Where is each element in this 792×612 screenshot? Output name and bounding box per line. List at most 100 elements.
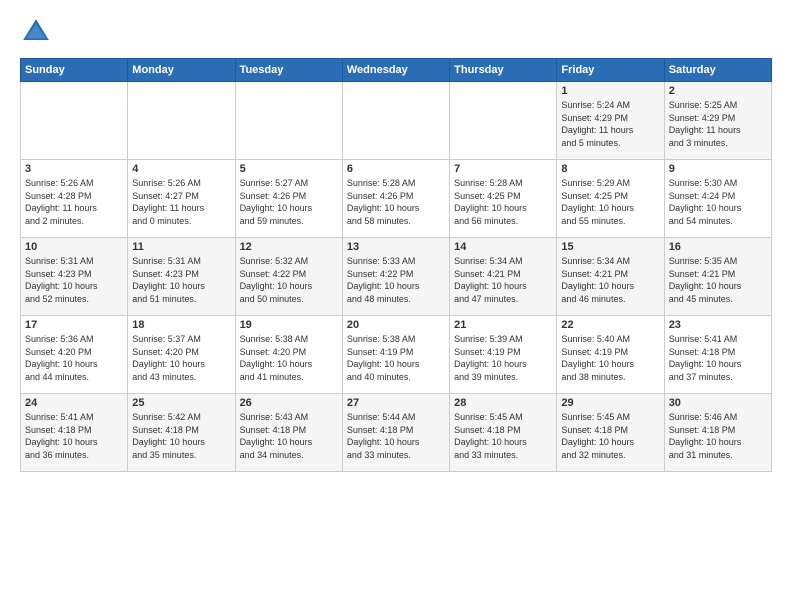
day-info: Sunrise: 5:42 AM Sunset: 4:18 PM Dayligh… xyxy=(132,411,230,461)
day-info: Sunrise: 5:38 AM Sunset: 4:20 PM Dayligh… xyxy=(240,333,338,383)
day-cell: 17 Sunrise: 5:36 AM Sunset: 4:20 PM Dayli… xyxy=(21,316,128,394)
day-number: 30 xyxy=(669,397,767,409)
day-cell: 1 Sunrise: 5:24 AM Sunset: 4:29 PM Daylig… xyxy=(557,82,664,160)
day-cell: 28Sunrise: 5:45 AM Sunset: 4:18 PM Dayli… xyxy=(450,394,557,472)
day-cell xyxy=(21,82,128,160)
week-row-3: 10Sunrise: 5:31 AM Sunset: 4:23 PM Dayli… xyxy=(21,238,772,316)
day-number: 27 xyxy=(347,397,445,409)
week-row-2: 3 Sunrise: 5:26 AM Sunset: 4:28 PM Daylig… xyxy=(21,160,772,238)
day-cell: 12Sunrise: 5:32 AM Sunset: 4:22 PM Dayli… xyxy=(235,238,342,316)
day-cell: 13 Sunrise: 5:33 AM Sunset: 4:22 PM Dayli… xyxy=(342,238,449,316)
day-cell: 2 Sunrise: 5:25 AM Sunset: 4:29 PM Daylig… xyxy=(664,82,771,160)
day-number: 1 xyxy=(561,85,659,97)
day-number: 11 xyxy=(132,241,230,253)
header-tuesday: Tuesday xyxy=(235,59,342,82)
day-number: 6 xyxy=(347,163,445,175)
day-number: 4 xyxy=(132,163,230,175)
day-info: Sunrise: 5:33 AM Sunset: 4:22 PM Dayligh… xyxy=(347,255,445,305)
day-number: 19 xyxy=(240,319,338,331)
day-info: Sunrise: 5:25 AM Sunset: 4:29 PM Dayligh… xyxy=(669,99,767,149)
day-number: 12 xyxy=(240,241,338,253)
day-info: Sunrise: 5:46 AM Sunset: 4:18 PM Dayligh… xyxy=(669,411,767,461)
day-cell: 30 Sunrise: 5:46 AM Sunset: 4:18 PM Dayli… xyxy=(664,394,771,472)
day-info: Sunrise: 5:39 AM Sunset: 4:19 PM Dayligh… xyxy=(454,333,552,383)
day-number: 17 xyxy=(25,319,123,331)
day-info: Sunrise: 5:27 AM Sunset: 4:26 PM Dayligh… xyxy=(240,177,338,227)
day-number: 28 xyxy=(454,397,552,409)
day-info: Sunrise: 5:40 AM Sunset: 4:19 PM Dayligh… xyxy=(561,333,659,383)
day-info: Sunrise: 5:26 AM Sunset: 4:27 PM Dayligh… xyxy=(132,177,230,227)
day-cell: 11 Sunrise: 5:31 AM Sunset: 4:23 PM Dayli… xyxy=(128,238,235,316)
header-sunday: Sunday xyxy=(21,59,128,82)
day-cell: 6 Sunrise: 5:28 AM Sunset: 4:26 PM Daylig… xyxy=(342,160,449,238)
day-cell: 8 Sunrise: 5:29 AM Sunset: 4:25 PM Daylig… xyxy=(557,160,664,238)
day-cell: 26 Sunrise: 5:43 AM Sunset: 4:18 PM Dayli… xyxy=(235,394,342,472)
day-cell: 15Sunrise: 5:34 AM Sunset: 4:21 PM Dayli… xyxy=(557,238,664,316)
day-cell xyxy=(128,82,235,160)
day-cell: 4 Sunrise: 5:26 AM Sunset: 4:27 PM Daylig… xyxy=(128,160,235,238)
day-info: Sunrise: 5:29 AM Sunset: 4:25 PM Dayligh… xyxy=(561,177,659,227)
day-info: Sunrise: 5:34 AM Sunset: 4:21 PM Dayligh… xyxy=(454,255,552,305)
header-saturday: Saturday xyxy=(664,59,771,82)
page: SundayMondayTuesdayWednesdayThursdayFrid… xyxy=(0,0,792,612)
day-cell: 20 Sunrise: 5:38 AM Sunset: 4:19 PM Dayli… xyxy=(342,316,449,394)
day-number: 29 xyxy=(561,397,659,409)
day-number: 16 xyxy=(669,241,767,253)
day-info: Sunrise: 5:41 AM Sunset: 4:18 PM Dayligh… xyxy=(25,411,123,461)
day-number: 13 xyxy=(347,241,445,253)
day-info: Sunrise: 5:35 AM Sunset: 4:21 PM Dayligh… xyxy=(669,255,767,305)
day-info: Sunrise: 5:24 AM Sunset: 4:29 PM Dayligh… xyxy=(561,99,659,149)
day-number: 23 xyxy=(669,319,767,331)
day-cell: 25Sunrise: 5:42 AM Sunset: 4:18 PM Dayli… xyxy=(128,394,235,472)
calendar-header: SundayMondayTuesdayWednesdayThursdayFrid… xyxy=(21,59,772,82)
week-row-5: 24 Sunrise: 5:41 AM Sunset: 4:18 PM Dayli… xyxy=(21,394,772,472)
day-cell: 5 Sunrise: 5:27 AM Sunset: 4:26 PM Daylig… xyxy=(235,160,342,238)
day-number: 3 xyxy=(25,163,123,175)
day-number: 8 xyxy=(561,163,659,175)
day-info: Sunrise: 5:45 AM Sunset: 4:18 PM Dayligh… xyxy=(561,411,659,461)
day-info: Sunrise: 5:26 AM Sunset: 4:28 PM Dayligh… xyxy=(25,177,123,227)
day-number: 24 xyxy=(25,397,123,409)
day-cell: 29 Sunrise: 5:45 AM Sunset: 4:18 PM Dayli… xyxy=(557,394,664,472)
day-cell: 22 Sunrise: 5:40 AM Sunset: 4:19 PM Dayli… xyxy=(557,316,664,394)
day-info: Sunrise: 5:34 AM Sunset: 4:21 PM Dayligh… xyxy=(561,255,659,305)
day-cell: 23 Sunrise: 5:41 AM Sunset: 4:18 PM Dayli… xyxy=(664,316,771,394)
day-cell: 27Sunrise: 5:44 AM Sunset: 4:18 PM Dayli… xyxy=(342,394,449,472)
week-row-1: 1 Sunrise: 5:24 AM Sunset: 4:29 PM Daylig… xyxy=(21,82,772,160)
day-cell: 16 Sunrise: 5:35 AM Sunset: 4:21 PM Dayli… xyxy=(664,238,771,316)
day-cell: 24 Sunrise: 5:41 AM Sunset: 4:18 PM Dayli… xyxy=(21,394,128,472)
day-cell xyxy=(235,82,342,160)
day-number: 2 xyxy=(669,85,767,97)
day-cell xyxy=(450,82,557,160)
day-info: Sunrise: 5:28 AM Sunset: 4:26 PM Dayligh… xyxy=(347,177,445,227)
day-number: 20 xyxy=(347,319,445,331)
header-monday: Monday xyxy=(128,59,235,82)
day-info: Sunrise: 5:31 AM Sunset: 4:23 PM Dayligh… xyxy=(25,255,123,305)
logo-icon xyxy=(20,16,52,48)
day-info: Sunrise: 5:36 AM Sunset: 4:20 PM Dayligh… xyxy=(25,333,123,383)
day-number: 26 xyxy=(240,397,338,409)
day-number: 21 xyxy=(454,319,552,331)
day-cell: 3 Sunrise: 5:26 AM Sunset: 4:28 PM Daylig… xyxy=(21,160,128,238)
day-cell xyxy=(342,82,449,160)
header-thursday: Thursday xyxy=(450,59,557,82)
day-cell: 10Sunrise: 5:31 AM Sunset: 4:23 PM Dayli… xyxy=(21,238,128,316)
day-number: 14 xyxy=(454,241,552,253)
day-cell: 18Sunrise: 5:37 AM Sunset: 4:20 PM Dayli… xyxy=(128,316,235,394)
day-info: Sunrise: 5:38 AM Sunset: 4:19 PM Dayligh… xyxy=(347,333,445,383)
calendar-table: SundayMondayTuesdayWednesdayThursdayFrid… xyxy=(20,58,772,472)
day-info: Sunrise: 5:31 AM Sunset: 4:23 PM Dayligh… xyxy=(132,255,230,305)
day-info: Sunrise: 5:43 AM Sunset: 4:18 PM Dayligh… xyxy=(240,411,338,461)
day-info: Sunrise: 5:41 AM Sunset: 4:18 PM Dayligh… xyxy=(669,333,767,383)
header-wednesday: Wednesday xyxy=(342,59,449,82)
day-cell: 19 Sunrise: 5:38 AM Sunset: 4:20 PM Dayli… xyxy=(235,316,342,394)
day-cell: 7Sunrise: 5:28 AM Sunset: 4:25 PM Daylig… xyxy=(450,160,557,238)
header-row: SundayMondayTuesdayWednesdayThursdayFrid… xyxy=(21,59,772,82)
day-cell: 21 Sunrise: 5:39 AM Sunset: 4:19 PM Dayli… xyxy=(450,316,557,394)
day-number: 18 xyxy=(132,319,230,331)
day-number: 5 xyxy=(240,163,338,175)
day-cell: 9Sunrise: 5:30 AM Sunset: 4:24 PM Daylig… xyxy=(664,160,771,238)
day-number: 22 xyxy=(561,319,659,331)
calendar-body: 1 Sunrise: 5:24 AM Sunset: 4:29 PM Daylig… xyxy=(21,82,772,472)
logo xyxy=(20,16,56,48)
